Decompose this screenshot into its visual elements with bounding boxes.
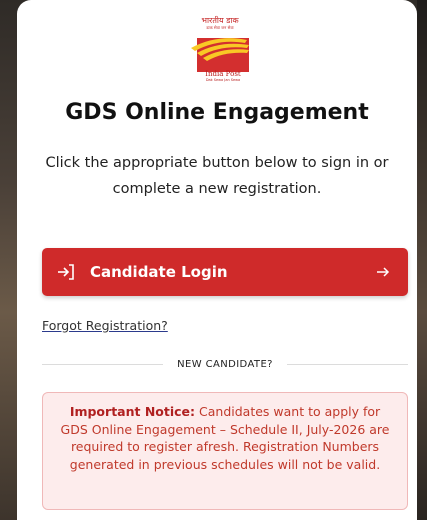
forgot-registration-link[interactable]: Forgot Registration? — [42, 318, 168, 333]
login-card: भारतीय डाक डाक सेवा जन सेवा India Post D… — [17, 0, 417, 520]
important-notice: Important Notice: Candidates want to app… — [42, 392, 408, 510]
logo-hindi-name: भारतीय डाक — [201, 16, 239, 25]
candidate-login-button[interactable]: Candidate Login — [42, 248, 408, 296]
divider-line-left — [42, 363, 164, 365]
logo-english-tagline: Dak Sewa Jan Sewa — [205, 78, 241, 82]
notice-heading: Important Notice: — [69, 404, 196, 419]
logo-emblem-icon — [191, 38, 249, 72]
logo-hindi-tagline: डाक सेवा जन सेवा — [206, 25, 234, 30]
candidate-login-label: Candidate Login — [90, 263, 228, 281]
new-candidate-divider: NEW CANDIDATE? — [42, 356, 408, 372]
india-post-logo: भारतीय डाक डाक सेवा जन सेवा India Post D… — [189, 16, 251, 88]
page-subtitle: Click the appropriate button below to si… — [45, 155, 389, 197]
arrow-right-icon — [376, 265, 390, 279]
divider-line-right — [286, 363, 408, 365]
logo-english-name: India Post — [205, 70, 241, 78]
divider-label: NEW CANDIDATE? — [177, 358, 273, 370]
login-arrow-icon — [56, 262, 76, 282]
page-title: GDS Online Engagement — [65, 100, 369, 125]
background-edge — [417, 0, 427, 520]
